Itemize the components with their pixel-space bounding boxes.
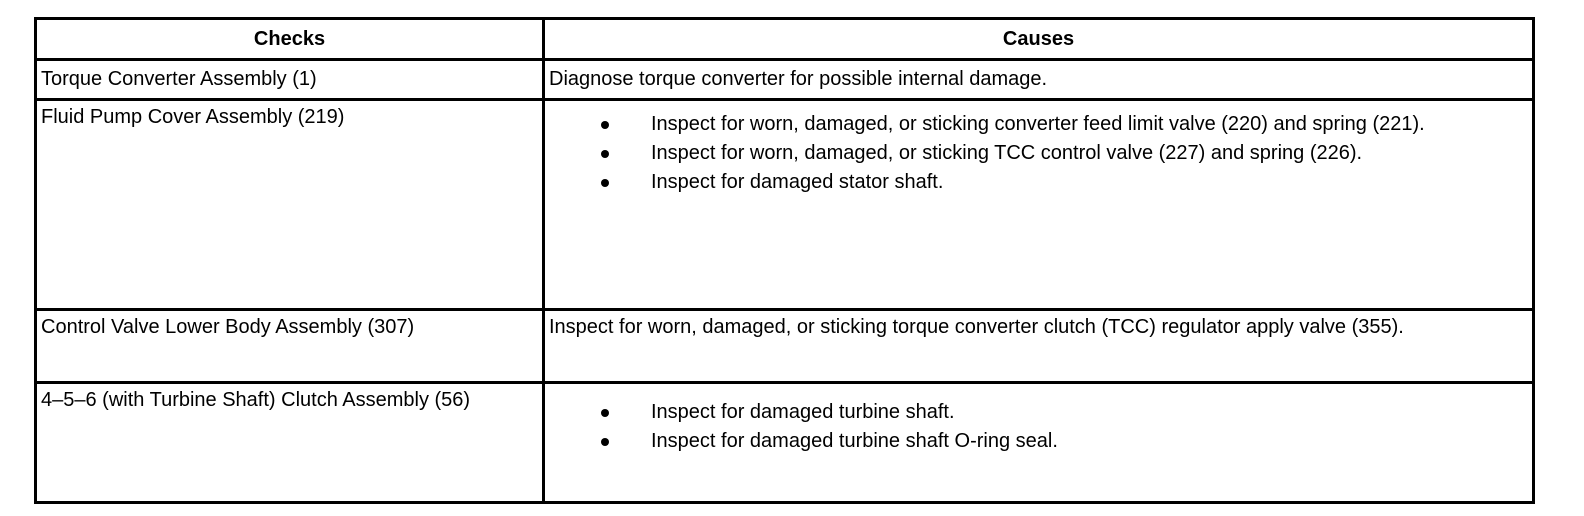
diagnostic-table: Checks Causes Torque Converter Assembly … [34, 17, 1535, 504]
cause-text: Inspect for worn, damaged, or sticking T… [651, 142, 1363, 164]
causes-header: Causes [542, 17, 1535, 61]
checks-header: Checks [34, 17, 545, 61]
cause-cell: Inspect for worn, damaged, or sticking c… [542, 98, 1535, 311]
table-header-row: Checks Causes [34, 17, 1535, 61]
bullet-icon [601, 121, 609, 129]
cause-list-item: Inspect for worn, damaged, or sticking c… [549, 112, 1528, 137]
bullet-icon [601, 438, 609, 446]
cause-list-item: Inspect for worn, damaged, or sticking T… [549, 141, 1528, 166]
cause-text: Inspect for damaged turbine shaft. [651, 401, 955, 423]
cause-list-item: Inspect for damaged stator shaft. [549, 170, 1528, 195]
cause-text: Inspect for damaged turbine shaft O-ring… [651, 430, 1058, 452]
bullet-icon [601, 409, 609, 417]
cause-list-item: Inspect for damaged turbine shaft O-ring… [549, 429, 1528, 454]
cause-cell: Inspect for damaged turbine shaft. Inspe… [542, 381, 1535, 504]
table-row: Torque Converter Assembly (1) Diagnose t… [34, 58, 1535, 101]
check-cell: 4–5–6 (with Turbine Shaft) Clutch Assemb… [34, 381, 545, 504]
table-row: Fluid Pump Cover Assembly (219) Inspect … [34, 98, 1535, 311]
cause-cell: Inspect for worn, damaged, or sticking t… [542, 308, 1535, 384]
check-cell: Control Valve Lower Body Assembly (307) [34, 308, 545, 384]
check-cell: Fluid Pump Cover Assembly (219) [34, 98, 545, 311]
cause-text: Inspect for damaged stator shaft. [651, 171, 944, 193]
cause-list-item: Inspect for damaged turbine shaft. [549, 400, 1528, 425]
bullet-icon [601, 179, 609, 187]
cause-cell: Diagnose torque converter for possible i… [542, 58, 1535, 101]
cause-list: Inspect for damaged turbine shaft. Inspe… [549, 400, 1528, 454]
cause-text: Inspect for worn, damaged, or sticking c… [651, 113, 1425, 135]
check-cell: Torque Converter Assembly (1) [34, 58, 545, 101]
table-row: Control Valve Lower Body Assembly (307) … [34, 308, 1535, 384]
table-row: 4–5–6 (with Turbine Shaft) Clutch Assemb… [34, 381, 1535, 504]
cause-list: Inspect for worn, damaged, or sticking c… [549, 112, 1528, 195]
bullet-icon [601, 150, 609, 158]
